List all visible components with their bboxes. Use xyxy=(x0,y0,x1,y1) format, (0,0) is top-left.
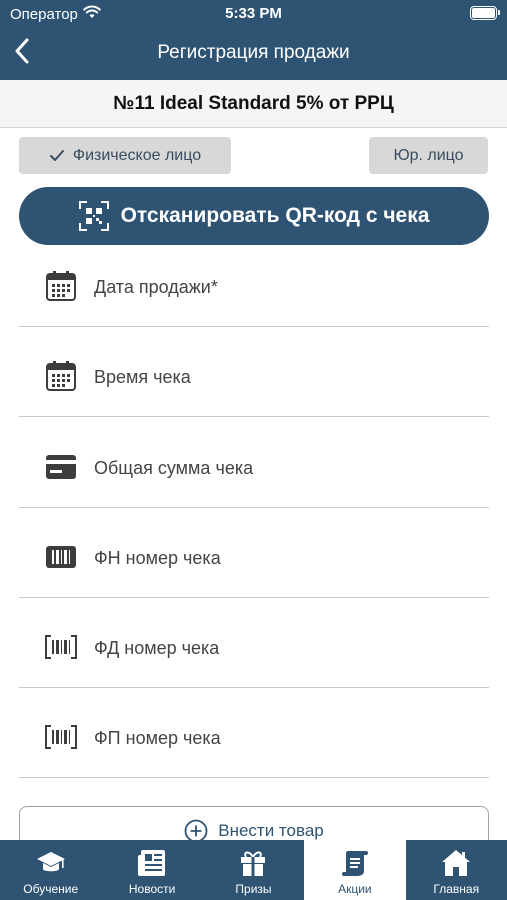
fp-number-field[interactable]: ФП номер чека xyxy=(19,688,489,778)
status-bar: Оператор 5:33 PM xyxy=(0,0,507,28)
legal-entity-segment-button[interactable]: Юр. лицо xyxy=(369,137,488,174)
navigation-bar: Регистрация продажи xyxy=(0,28,507,80)
sale-date-label: Дата продажи* xyxy=(94,277,218,297)
calendar-icon xyxy=(44,359,78,393)
fd-number-field[interactable]: ФД номер чека xyxy=(19,598,489,688)
fd-number-label: ФД номер чека xyxy=(94,638,220,658)
tab-promotions[interactable]: Акции xyxy=(304,840,406,900)
barcode-icon xyxy=(44,720,78,754)
tab-news-label: Новости xyxy=(128,882,176,896)
tab-learning[interactable]: Обучение xyxy=(0,840,101,900)
qr-code-icon xyxy=(78,201,109,231)
individual-segment-button[interactable]: Физическое лицо xyxy=(19,137,231,174)
promo-title: №11 Ideal Standard 5% от РРЦ xyxy=(113,93,394,114)
receipt-total-label: Общая сумма чека xyxy=(94,458,254,478)
tab-learning-label: Обучение xyxy=(23,882,79,896)
receipt-time-field[interactable]: Время чека xyxy=(19,327,489,417)
card-icon xyxy=(44,450,78,484)
tab-news[interactable]: Новости xyxy=(101,840,202,900)
battery-icon xyxy=(470,6,500,20)
newspaper-icon xyxy=(137,848,167,878)
home-icon xyxy=(441,848,471,878)
calendar-icon xyxy=(44,269,78,303)
tab-bar: Обучение Новости Призы Акции Главная xyxy=(0,840,507,900)
receipt-time-label: Время чека xyxy=(94,367,191,387)
sale-date-field[interactable]: Дата продажи* xyxy=(19,237,489,327)
fn-number-field[interactable]: ФН номер чека xyxy=(19,508,489,598)
scan-qr-label: Отсканировать QR-код с чека xyxy=(120,204,430,227)
top-bar: Оператор 5:33 PM Регистрация продажи xyxy=(0,0,507,80)
gift-icon xyxy=(239,848,267,878)
individual-segment-label: Физическое лицо xyxy=(72,146,202,164)
promo-header: №11 Ideal Standard 5% от РРЦ xyxy=(0,80,507,128)
status-time: 5:33 PM xyxy=(225,5,282,22)
graduation-cap-icon xyxy=(36,848,66,878)
tab-prizes[interactable]: Призы xyxy=(203,840,304,900)
tab-home[interactable]: Главная xyxy=(406,840,507,900)
fn-number-label: ФН номер чека xyxy=(94,548,221,568)
legal-entity-segment-label: Юр. лицо xyxy=(393,146,464,164)
tab-home-label: Главная xyxy=(433,882,480,896)
receipt-total-field[interactable]: Общая сумма чека xyxy=(19,418,489,508)
scroll-icon xyxy=(340,848,370,878)
barcode-filled-icon xyxy=(44,540,78,574)
tab-promotions-label: Акции xyxy=(338,882,372,896)
add-item-label: Внести товар xyxy=(218,821,324,840)
barcode-icon xyxy=(44,630,78,664)
page-title: Регистрация продажи xyxy=(157,42,350,63)
fp-number-label: ФП номер чека xyxy=(94,728,221,748)
tab-prizes-label: Призы xyxy=(235,882,272,896)
checkmark-icon xyxy=(49,149,64,161)
